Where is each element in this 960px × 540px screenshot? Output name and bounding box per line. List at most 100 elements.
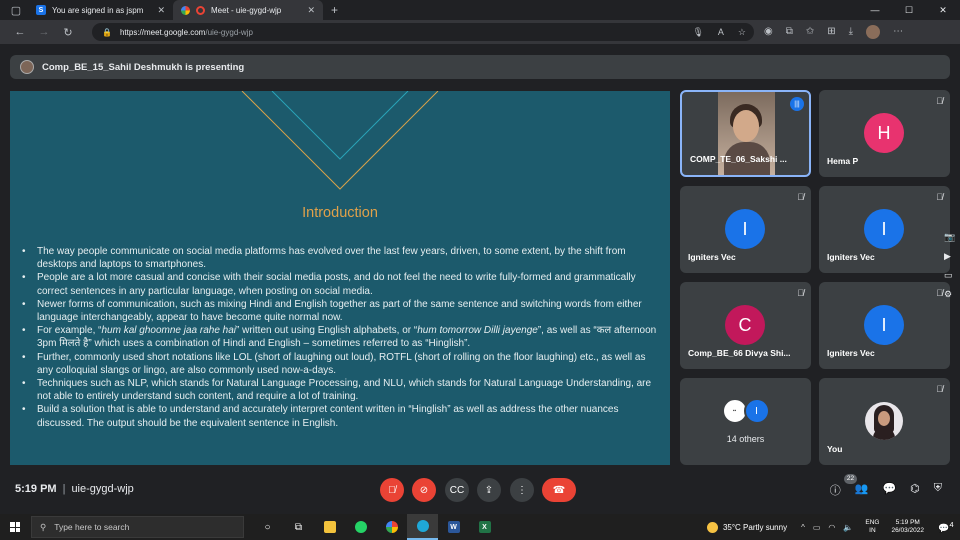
participant-tile[interactable]: 🎙̸ I Igniters Vec <box>819 186 950 273</box>
others-avatars: ▪▪ I <box>680 398 811 424</box>
tray-icons: ^ ▭ ◠ 🔈 <box>801 523 853 532</box>
camera-toggle-button[interactable]: ⊘ <box>412 478 436 502</box>
side-panel-icons: 📷 ▶ ▭ ⚙ <box>944 232 955 300</box>
tab-actions-icon[interactable]: ▢ <box>4 4 28 17</box>
chat-icon[interactable]: 💬 <box>882 482 896 498</box>
meeting-controls-bar: 5:19 PM | uie-gygd-wjp 🎙̸ ⊘ CC ⇪ ⋮ ☎ 22 … <box>0 472 960 510</box>
search-icon: ⚲ <box>40 521 47 532</box>
forward-icon[interactable]: → <box>32 26 56 38</box>
more-options-icon[interactable]: ⋯ <box>893 20 903 44</box>
slide-bullet: The way people communicate on social med… <box>22 245 662 271</box>
leave-call-button[interactable]: ☎ <box>542 478 576 502</box>
meeting-side-actions: ⓘ 👥 💬 ⌬ ⛨ <box>830 482 942 498</box>
taskbar-search-input[interactable]: ⚲ Type here to search <box>31 516 244 538</box>
video-icon[interactable]: ▶ <box>944 251 955 262</box>
favorites-icon[interactable]: ✩ <box>806 20 814 44</box>
meeting-time: 5:19 PM <box>15 483 57 495</box>
cortana-icon[interactable]: ○ <box>252 514 283 540</box>
meeting-details-icon[interactable]: ⓘ <box>830 482 841 498</box>
participant-tile[interactable]: 🎙̸ H Hema P <box>819 90 950 177</box>
read-aloud-icon[interactable]: A <box>718 23 724 41</box>
windows-start-icon[interactable] <box>10 522 20 532</box>
mic-muted-icon: 🎙̸ <box>936 288 943 298</box>
favorite-star-icon[interactable]: ☆ <box>738 23 746 41</box>
taskbar-clock[interactable]: 5:19 PM 26/03/2022 <box>891 519 924 535</box>
others-tile[interactable]: ▪▪ I 14 others <box>680 378 811 465</box>
tab-meet[interactable]: Meet - uie-gygd-wjp ✕ <box>173 0 323 20</box>
site-favicon-icon: S <box>36 5 46 15</box>
self-avatar <box>865 402 903 440</box>
tab-title: You are signed in as jspm <box>52 5 144 15</box>
volume-icon[interactable]: 🔈 <box>843 523 853 532</box>
present-screen-button[interactable]: ⇪ <box>477 478 501 502</box>
show-hidden-icons-icon[interactable]: ^ <box>801 523 805 532</box>
activities-icon[interactable]: ⌬ <box>910 482 920 498</box>
participant-tile[interactable]: 🎙̸ I Igniters Vec <box>819 282 950 369</box>
network-icon[interactable]: ◠ <box>828 523 835 532</box>
self-tile[interactable]: 🎙̸ You <box>819 378 950 465</box>
tab-signed-in[interactable]: S You are signed in as jspm ✕ <box>28 0 173 20</box>
back-icon[interactable]: ← <box>8 26 32 38</box>
battery-icon[interactable]: ▭ <box>813 523 821 532</box>
weather-text: 35°C Partly sunny <box>722 522 788 532</box>
extensions-puzzle-icon[interactable]: ⧉ <box>786 20 793 44</box>
more-options-button[interactable]: ⋮ <box>510 478 534 502</box>
microphone-icon[interactable]: 🎙 <box>692 23 703 41</box>
edge-icon[interactable] <box>407 514 438 540</box>
collections-icon[interactable]: ⊞ <box>827 20 835 44</box>
close-tab-icon[interactable]: ✕ <box>157 5 165 16</box>
speaking-indicator-icon: ||| <box>790 97 804 111</box>
close-tab-icon[interactable]: ✕ <box>307 5 315 16</box>
minimize-button[interactable]: — <box>858 0 892 20</box>
excel-icon[interactable]: X <box>469 514 500 540</box>
mic-muted-icon: 🎙̸ <box>936 192 943 202</box>
language-indicator[interactable]: ENG IN <box>865 519 879 535</box>
taskbar-apps: ○ ⧉ W X <box>252 514 500 540</box>
downloads-icon[interactable]: ⤓ <box>849 20 853 44</box>
notification-count: 4 <box>949 520 954 529</box>
camera-icon[interactable]: 📷 <box>944 232 955 243</box>
participant-tile[interactable]: 🎙̸ C Comp_BE_66 Divya Shi... <box>680 282 811 369</box>
slide-bullet: Build a solution that is able to underst… <box>22 403 662 429</box>
settings-gear-icon[interactable]: ⚙ <box>944 289 955 300</box>
language-code: ENG <box>865 519 880 526</box>
chrome-icon[interactable] <box>376 514 407 540</box>
participant-avatar: I <box>743 398 770 424</box>
participant-tile[interactable]: 🎙̸ I Igniters Vec <box>680 186 811 273</box>
participant-tile[interactable]: ||| COMP_TE_06_Sakshi ... <box>680 90 811 177</box>
reload-icon[interactable]: ↻ <box>56 26 80 39</box>
mic-toggle-button[interactable]: 🎙̸ <box>380 478 404 502</box>
close-window-button[interactable]: ✕ <box>926 0 960 20</box>
weather-widget[interactable]: 35°C Partly sunny <box>706 521 788 533</box>
meeting-info: 5:19 PM | uie-gygd-wjp <box>15 483 134 495</box>
participant-avatar: I <box>864 209 904 249</box>
presenter-avatar <box>20 60 34 74</box>
profile-avatar[interactable] <box>866 25 881 39</box>
participant-name: Igniters Vec <box>827 252 875 262</box>
lock-icon[interactable]: 🔒 <box>102 28 112 37</box>
extension-icon[interactable]: ◉ <box>764 20 773 44</box>
address-bar[interactable]: 🔒 https://meet.google.com/uie-gygd-wjp 🎙… <box>92 23 754 41</box>
slide-bullet-list: The way people communicate on social med… <box>22 245 662 430</box>
captions-button[interactable]: CC <box>445 478 469 502</box>
people-icon[interactable]: 👥 <box>855 482 869 498</box>
tab-title: Meet - uie-gygd-wjp <box>211 5 282 15</box>
word-icon[interactable]: W <box>438 514 469 540</box>
maximize-button[interactable]: ☐ <box>892 0 926 20</box>
task-view-icon[interactable]: ⧉ <box>283 514 314 540</box>
browser-toolbar: ← → ↻ 🔒 https://meet.google.com/uie-gygd… <box>0 20 960 44</box>
screen-icon[interactable]: ▭ <box>944 270 955 281</box>
participant-video <box>718 92 775 175</box>
file-explorer-icon[interactable] <box>314 514 345 540</box>
whatsapp-icon[interactable] <box>345 514 376 540</box>
slide-bullet: Techniques such as NLP, which stands for… <box>22 377 662 403</box>
window-controls: — ☐ ✕ <box>858 0 960 20</box>
others-count-label: 14 others <box>726 434 765 444</box>
host-controls-icon[interactable]: ⛨ <box>934 482 942 498</box>
notification-center-icon[interactable]: 💬4 <box>938 520 954 534</box>
search-placeholder: Type here to search <box>54 522 130 532</box>
presenting-banner: Comp_BE_15_Sahil Deshmukh is presenting <box>10 55 950 79</box>
bullet-text: For example, “ <box>37 325 102 337</box>
new-tab-button[interactable]: + <box>331 3 338 17</box>
participant-name: Igniters Vec <box>827 348 875 358</box>
